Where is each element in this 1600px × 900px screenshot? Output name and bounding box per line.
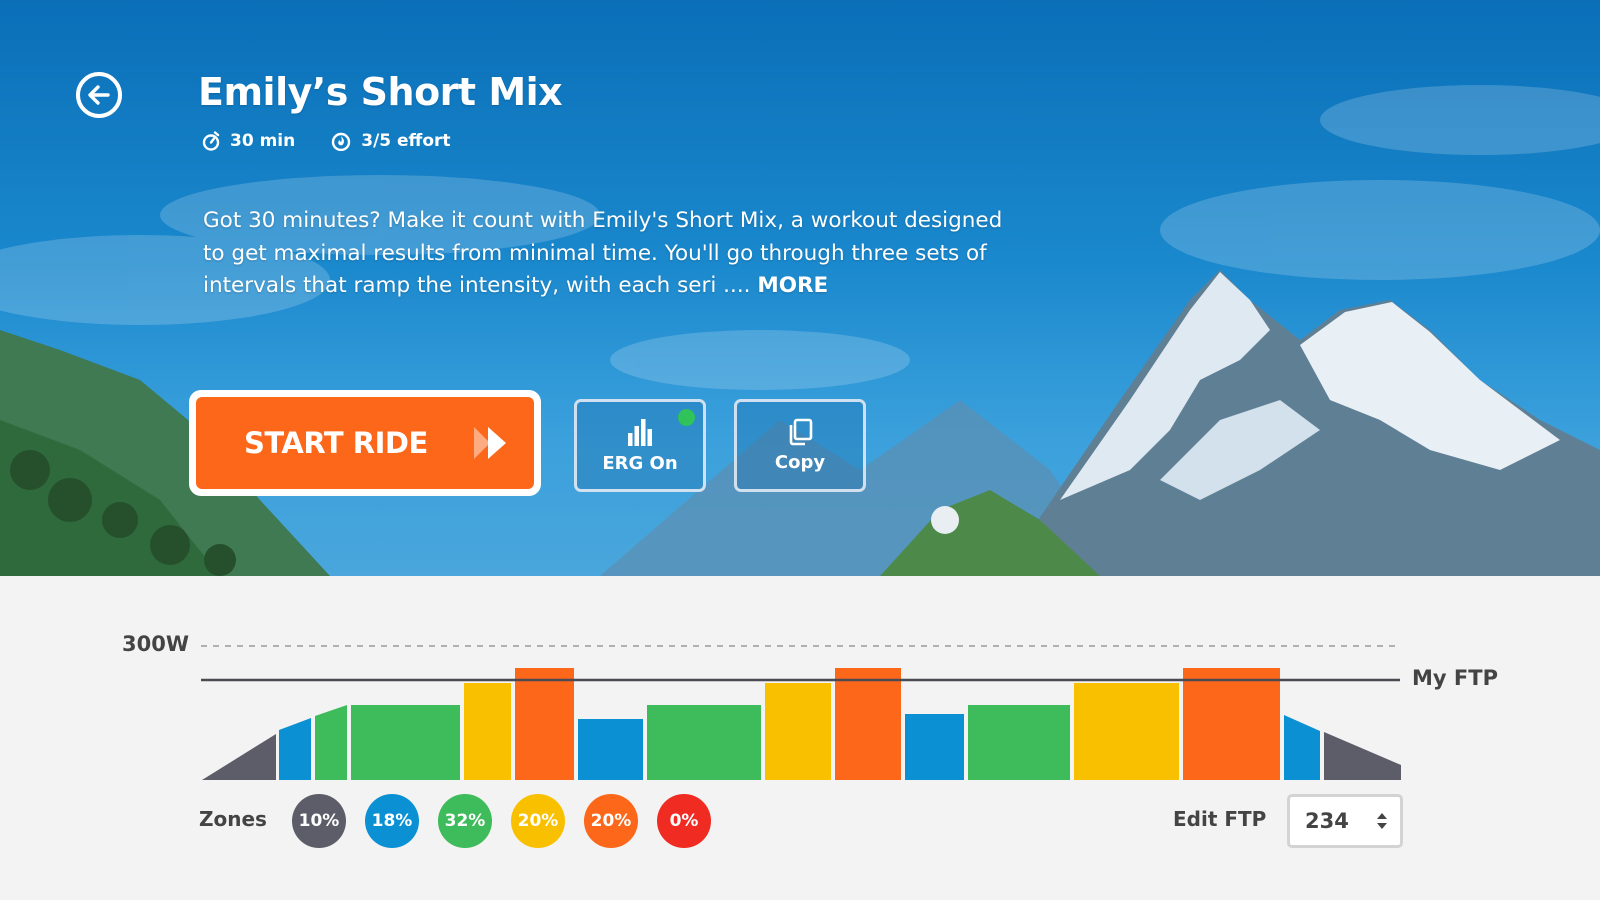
interval-bar — [1183, 668, 1280, 780]
interval-warmup-ramp — [202, 734, 276, 780]
interval-bar — [279, 718, 311, 780]
interval-bar — [351, 705, 460, 780]
edit-ftp-label: Edit FTP — [1173, 807, 1267, 831]
zone-2-badge: 18% — [365, 794, 419, 848]
zone-4-badge: 20% — [511, 794, 565, 848]
interval-bars — [202, 668, 1401, 780]
interval-cooldown-ramp — [1324, 732, 1401, 780]
ftp-value: 234 — [1305, 809, 1349, 833]
zones-label: Zones — [199, 807, 267, 831]
interval-bar — [647, 705, 761, 780]
interval-bar — [835, 668, 901, 780]
interval-bar — [1284, 715, 1320, 780]
interval-bar — [1074, 683, 1179, 780]
zone-5-badge: 20% — [584, 794, 638, 848]
interval-bar — [515, 668, 574, 780]
zone-6-badge: 0% — [657, 794, 711, 848]
workout-profile-graph — [201, 645, 1401, 780]
stepper-arrows-icon[interactable] — [1376, 810, 1388, 832]
interval-bar — [464, 683, 511, 780]
interval-bar — [315, 705, 347, 780]
interval-bar — [905, 714, 964, 780]
interval-bar — [968, 705, 1070, 780]
interval-bar — [765, 683, 831, 780]
zone-3-badge: 32% — [438, 794, 492, 848]
interval-bar — [578, 719, 643, 780]
ftp-input[interactable]: 234 — [1287, 794, 1403, 848]
zone-1-badge: 10% — [292, 794, 346, 848]
